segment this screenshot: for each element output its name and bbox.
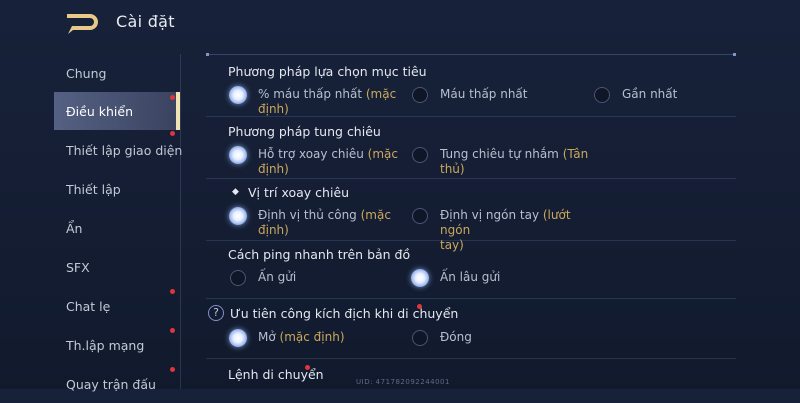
sidebar-item-label: Th.lập mạng xyxy=(66,338,145,353)
option-label: Ấn lâu gửi xyxy=(440,270,501,284)
section-heading: Ưu tiên công kích địch khi di chuyển xyxy=(230,306,459,321)
sidebar-item-quick-chat[interactable]: Chat lẹ xyxy=(54,287,180,325)
radio-selected xyxy=(229,207,247,225)
option-lowest-hp[interactable]: Máu thấp nhất xyxy=(412,87,562,105)
notification-badge xyxy=(170,95,175,100)
section-heading: Cách ping nhanh trên bản đồ xyxy=(228,247,411,262)
notification-badge xyxy=(417,304,422,309)
sidebar-item-label: Điều khiển xyxy=(66,104,133,119)
sidebar-item-label: Quay trận đấu xyxy=(66,377,156,392)
sidebar-item-settings[interactable]: Thiết lập xyxy=(54,170,180,208)
radio-unselected xyxy=(230,270,246,286)
section-heading: Vị trí xoay chiêu xyxy=(248,185,350,200)
notification-badge xyxy=(170,367,175,372)
section-quick-ping: Cách ping nhanh trên bản đồ Ấn gửi Ấn lâ… xyxy=(206,241,736,299)
notification-badge xyxy=(170,328,175,333)
option-tap-send[interactable]: Ấn gửi xyxy=(230,270,340,288)
diamond-icon: ◆ xyxy=(232,187,239,197)
sidebar-item-hide[interactable]: Ẩn xyxy=(54,209,180,247)
notification-badge xyxy=(170,131,175,136)
option-lowest-hp-percent[interactable]: % máu thấp nhất (mặc định) xyxy=(229,86,405,117)
section-attack-priority: ? Ưu tiên công kích địch khi di chuyển M… xyxy=(206,299,736,359)
option-label: Đóng xyxy=(440,330,472,344)
notification-badge xyxy=(170,289,175,294)
radio-selected xyxy=(229,86,247,104)
section-heading: Phương pháp tung chiêu xyxy=(228,124,381,139)
sidebar-item-sfx[interactable]: SFX xyxy=(54,248,180,286)
option-label: Tung chiêu tự nhắm (Tân thủ) xyxy=(440,147,589,176)
option-label: Định vị thủ công (mặc định) xyxy=(258,208,391,237)
sidebar-divider xyxy=(180,54,181,389)
option-label: Máu thấp nhất xyxy=(440,87,528,101)
sidebar-item-network[interactable]: Th.lập mạng xyxy=(54,326,180,364)
option-hold-send[interactable]: Ấn lâu gửi xyxy=(411,269,532,288)
help-button[interactable]: ? xyxy=(208,305,224,321)
option-label: Gần nhất xyxy=(622,87,678,101)
radio-unselected xyxy=(412,208,428,224)
radio-unselected xyxy=(412,87,428,103)
sidebar-item-interface[interactable]: Thiết lập giao diện xyxy=(54,131,183,169)
notification-badge xyxy=(305,365,310,370)
sidebar: Chung Điều khiển Thiết lập giao diện Thi… xyxy=(54,52,183,392)
radio-selected xyxy=(411,269,429,287)
sidebar-item-controls[interactable]: Điều khiển xyxy=(54,92,180,130)
radio-unselected xyxy=(594,87,610,103)
sidebar-item-general[interactable]: Chung xyxy=(54,54,180,92)
question-icon: ? xyxy=(208,305,224,321)
option-label: Mở (mặc định) xyxy=(258,330,345,344)
back-arrow-icon xyxy=(67,14,98,34)
radio-selected xyxy=(229,329,247,347)
sidebar-item-label: Ẩn xyxy=(66,221,83,236)
option-attack-off[interactable]: Đóng xyxy=(412,330,512,348)
page-title: Cài đặt xyxy=(116,12,175,31)
section-move-command: Lệnh di chuyển xyxy=(206,359,736,389)
option-finger-position[interactable]: Định vị ngón tay (lướt ngón tay) xyxy=(412,208,602,252)
option-manual-position[interactable]: Định vị thủ công (mặc định) xyxy=(229,207,405,238)
sidebar-item-label: Chat lẹ xyxy=(66,299,111,314)
section-target-selection: Phương pháp lựa chọn mục tiêu % máu thấp… xyxy=(206,55,736,117)
sidebar-item-label: Thiết lập giao diện xyxy=(66,143,183,158)
sidebar-item-replay[interactable]: Quay trận đấu xyxy=(54,365,180,403)
option-auto-aim[interactable]: Tung chiêu tự nhắm (Tân thủ) xyxy=(412,147,592,177)
back-button[interactable] xyxy=(64,8,104,36)
option-assisted-rotate[interactable]: Hỗ trợ xoay chiêu (mặc định) xyxy=(229,146,405,177)
radio-unselected xyxy=(412,330,428,346)
sidebar-item-label: SFX xyxy=(66,260,90,275)
option-nearest[interactable]: Gần nhất xyxy=(594,87,714,105)
radio-unselected xyxy=(412,147,428,163)
section-cast-method: Phương pháp tung chiêu Hỗ trợ xoay chiêu… xyxy=(206,117,736,179)
option-label: Hỗ trợ xoay chiêu (mặc định) xyxy=(258,147,398,176)
sidebar-item-label: Thiết lập xyxy=(66,182,121,197)
section-rotate-position: ◆ Vị trí xoay chiêu Định vị thủ công (mặ… xyxy=(206,179,736,252)
option-attack-on[interactable]: Mở (mặc định) xyxy=(229,329,380,348)
sidebar-item-label: Chung xyxy=(66,66,107,81)
uid-label: UID: 471782092244001 xyxy=(356,378,450,386)
option-label: Ấn gửi xyxy=(258,270,297,284)
section-heading: Phương pháp lựa chọn mục tiêu xyxy=(228,64,427,79)
radio-selected xyxy=(229,146,247,164)
option-label: % máu thấp nhất (mặc định) xyxy=(258,87,397,116)
